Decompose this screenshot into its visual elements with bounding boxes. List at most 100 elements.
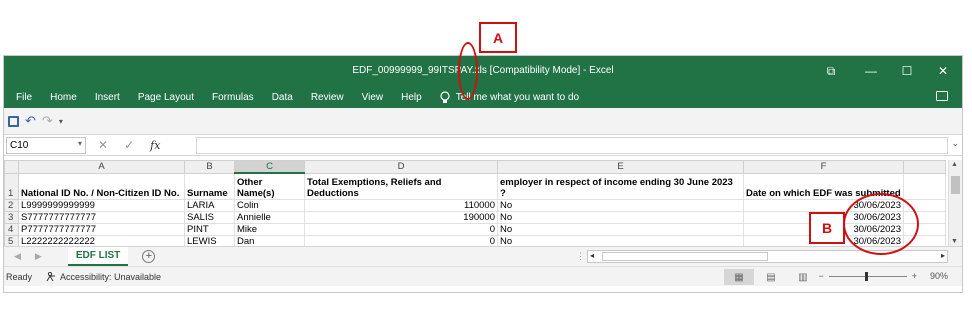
insert-function-icon[interactable]: fx — [150, 139, 160, 152]
sheet-table[interactable]: A B C D E F 1 National ID No. / Non-Citi… — [4, 160, 946, 248]
tab-splitter-handle[interactable]: ⋮ — [576, 251, 585, 262]
cell[interactable]: SALIS — [184, 210, 235, 224]
status-bar: Ready Accessibility: Unavailable ▦ ▤ ▥ −… — [4, 266, 962, 286]
name-box-value: C10 — [10, 139, 29, 151]
cell[interactable]: 190000 — [304, 210, 498, 224]
column-header-b[interactable]: B — [184, 160, 235, 174]
horizontal-scrollbar[interactable]: ◂ ▸ — [587, 250, 948, 263]
formula-input[interactable] — [196, 137, 948, 154]
tab-view[interactable]: View — [362, 92, 384, 103]
name-box[interactable]: C10 ▾ — [6, 136, 86, 154]
add-sheet-icon[interactable]: + — [142, 250, 156, 263]
maximize-button[interactable]: ☐ — [888, 60, 926, 82]
row-header[interactable]: 4 — [4, 222, 19, 236]
cell[interactable] — [903, 172, 946, 200]
redo-icon[interactable]: ↷ — [42, 113, 53, 129]
cell[interactable]: No — [497, 198, 744, 212]
cell[interactable] — [903, 198, 946, 212]
zoom-level[interactable]: 90% — [930, 271, 948, 281]
scroll-down-icon[interactable]: ▼ — [951, 238, 958, 245]
zoom-slider[interactable] — [828, 271, 907, 281]
page-layout-view-icon[interactable]: ▤ — [756, 269, 786, 285]
customize-toolbar-icon[interactable]: ▾ — [59, 117, 63, 126]
scroll-up-icon[interactable]: ▲ — [951, 161, 958, 168]
title-bar: EDF_00999999_99ITSPAY.xls [Compatibility… — [4, 56, 962, 86]
sheet-tab-edf-list[interactable]: EDF LIST — [67, 247, 129, 266]
cell[interactable]: No — [497, 210, 744, 224]
tab-help[interactable]: Help — [401, 92, 422, 103]
column-header-d[interactable]: D — [304, 160, 498, 174]
header-cell[interactable]: Total Exemptions, Reliefs and Deductions — [304, 172, 498, 200]
accessibility-label: Accessibility: Unavailable — [60, 271, 162, 282]
select-all-corner[interactable] — [4, 160, 19, 174]
header-cell[interactable]: Surname — [184, 172, 235, 200]
cell[interactable]: L9999999999999 — [18, 198, 185, 212]
comments-icon[interactable] — [936, 91, 948, 101]
row-header[interactable]: 3 — [4, 210, 19, 224]
vertical-scrollbar[interactable]: ▲ ▼ — [948, 160, 962, 246]
ribbon-display-options-icon[interactable]: ⧉ — [812, 60, 850, 82]
column-header-e[interactable]: E — [497, 160, 744, 174]
tab-page-layout[interactable]: Page Layout — [138, 92, 194, 103]
tab-data[interactable]: Data — [272, 92, 293, 103]
zoom-out-button[interactable]: − — [818, 271, 823, 281]
tell-me-search[interactable]: Tell me what you want to do — [440, 90, 580, 104]
minimize-button[interactable]: — — [852, 60, 890, 82]
lightbulb-icon — [440, 90, 450, 103]
cell[interactable]: 0 — [304, 222, 498, 236]
tab-formulas[interactable]: Formulas — [212, 92, 254, 103]
tab-review[interactable]: Review — [311, 92, 344, 103]
row-header[interactable]: 2 — [4, 198, 19, 212]
row-header[interactable]: 1 — [4, 172, 19, 200]
cell[interactable]: PINT — [184, 222, 235, 236]
undo-icon[interactable]: ↶ — [25, 113, 36, 129]
accessibility-status[interactable]: Accessibility: Unavailable — [46, 271, 162, 282]
quick-access-toolbar: ↶ ↷ ▾ — [4, 108, 962, 134]
cell[interactable] — [903, 210, 946, 224]
enter-icon[interactable]: ✓ — [124, 138, 134, 152]
cell[interactable] — [903, 222, 946, 236]
zoom-slider-knob[interactable] — [864, 271, 868, 281]
page-break-view-icon[interactable]: ▥ — [788, 269, 818, 285]
formula-buttons: ✕ ✓ fx — [86, 138, 160, 152]
tab-home[interactable]: Home — [50, 92, 77, 103]
cell[interactable]: 110000 — [304, 198, 498, 212]
vertical-scroll-thumb[interactable] — [951, 176, 960, 194]
cell[interactable]: S7777777777777 — [18, 210, 185, 224]
zoom-in-button[interactable]: + — [912, 271, 917, 281]
tab-insert[interactable]: Insert — [95, 92, 120, 103]
prev-sheet-icon[interactable]: ◀ — [14, 251, 21, 262]
cell[interactable]: Mike — [234, 222, 305, 236]
zoom-control: − + 90% — [818, 271, 948, 281]
cell[interactable]: LARIA — [184, 198, 235, 212]
cancel-icon[interactable]: ✕ — [98, 138, 108, 152]
cell[interactable]: No — [497, 222, 744, 236]
scroll-right-icon[interactable]: ▸ — [941, 251, 945, 260]
formula-bar: C10 ▾ ✕ ✓ fx ⌄ — [4, 134, 962, 156]
sheet-tab-bar: ◀ ▶ EDF LIST + ⋮ ◂ ▸ — [4, 246, 962, 266]
header-cell[interactable]: Date on which EDF was submitted — [743, 172, 904, 200]
header-cell[interactable]: National ID No. / Non-Citizen ID No. — [18, 172, 185, 200]
scroll-left-icon[interactable]: ◂ — [590, 251, 594, 260]
header-cell[interactable]: Other Name(s) — [234, 172, 305, 200]
save-icon[interactable] — [8, 115, 19, 127]
column-header-g[interactable] — [903, 160, 946, 174]
cell[interactable]: Colin — [234, 198, 305, 212]
expand-formula-bar-icon[interactable]: ⌄ — [951, 138, 959, 149]
horizontal-scroll-thumb[interactable] — [602, 252, 768, 261]
next-sheet-icon[interactable]: ▶ — [35, 251, 42, 262]
excel-window: EDF_00999999_99ITSPAY.xls [Compatibility… — [3, 55, 963, 293]
normal-view-icon[interactable]: ▦ — [724, 269, 754, 285]
column-header-c[interactable]: C — [234, 160, 305, 174]
cell[interactable]: Annielle — [234, 210, 305, 224]
cell[interactable]: P7777777777777 — [18, 222, 185, 236]
tell-me-label: Tell me what you want to do — [455, 91, 580, 103]
column-header-a[interactable]: A — [18, 160, 185, 174]
accessibility-icon — [46, 271, 56, 281]
cell[interactable]: 30/06/2023 — [743, 198, 904, 212]
header-cell[interactable]: employer in respect of income ending 30 … — [497, 172, 744, 200]
column-header-f[interactable]: F — [743, 160, 904, 174]
close-button[interactable]: ✕ — [924, 60, 962, 82]
tab-file[interactable]: File — [16, 92, 32, 103]
chevron-down-icon: ▾ — [77, 138, 82, 148]
